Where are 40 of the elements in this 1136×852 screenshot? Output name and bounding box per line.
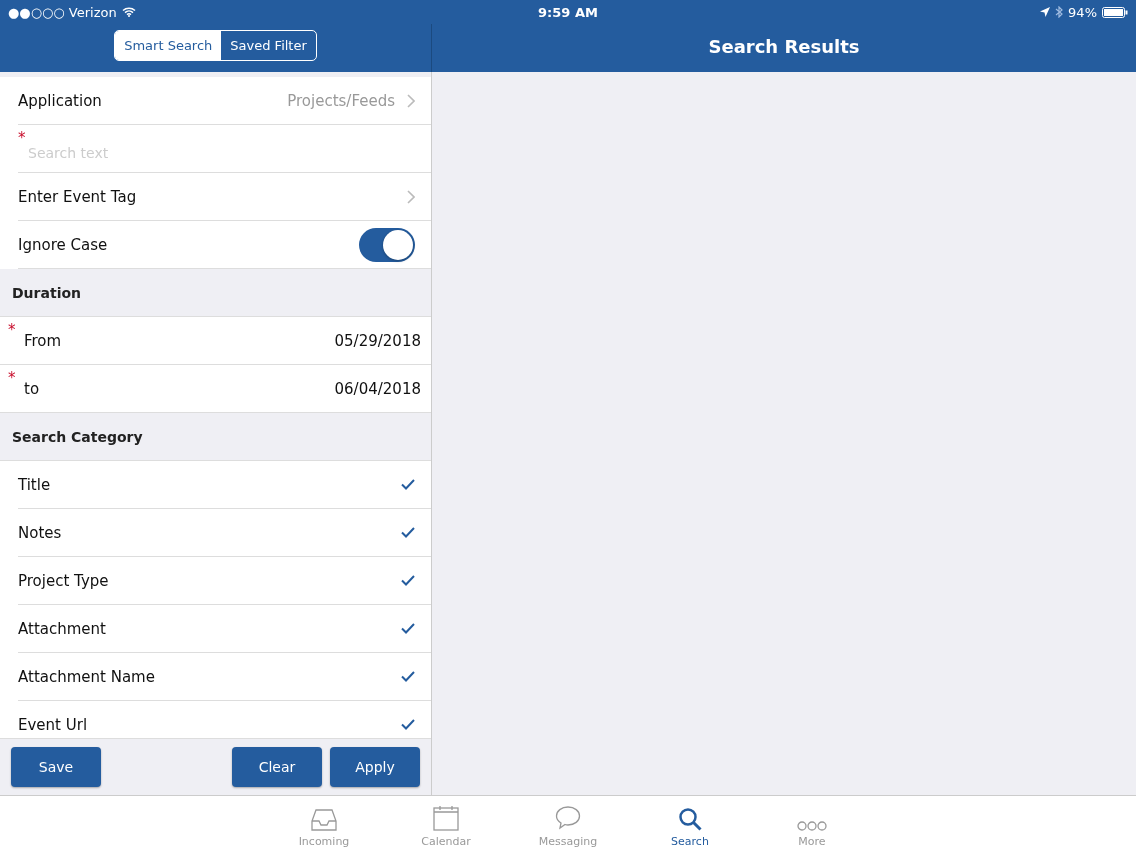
segment-tab[interactable]: Smart Search xyxy=(115,30,222,60)
required-mark: * xyxy=(8,321,16,339)
section-header: Search Category xyxy=(12,428,143,445)
tray-icon xyxy=(311,809,337,831)
tab-bar-item[interactable]: Search xyxy=(641,796,739,852)
results-title: Search Results xyxy=(708,35,860,57)
status-time: 9:59 AM xyxy=(538,4,598,20)
date-value[interactable]: 05/29/2018 xyxy=(334,331,421,350)
section-header: Duration xyxy=(12,284,81,301)
row-label: Ignore Case xyxy=(18,235,108,254)
more-icon xyxy=(797,821,827,831)
category-option[interactable]: Attachment xyxy=(18,619,106,638)
calendar-icon xyxy=(433,805,459,831)
action-button[interactable]: Save xyxy=(11,747,101,787)
row-label: Application xyxy=(18,91,102,110)
carrier-label: ●●○○○ Verizon xyxy=(8,4,117,20)
row-label: to xyxy=(24,379,40,398)
action-button[interactable]: Clear xyxy=(232,747,322,787)
category-option[interactable]: Title xyxy=(18,475,51,494)
search-icon xyxy=(678,807,702,831)
segment-tab[interactable]: Saved Filter xyxy=(221,30,316,60)
category-option[interactable]: Attachment Name xyxy=(18,667,155,686)
speech-bubble-icon xyxy=(555,805,581,831)
battery-icon xyxy=(1102,6,1128,18)
date-value[interactable]: 06/04/2018 xyxy=(334,379,421,398)
row-label: Enter Event Tag xyxy=(18,187,137,206)
category-option[interactable]: Event Url xyxy=(18,715,88,734)
chevron-icon[interactable] xyxy=(407,189,415,204)
chevron-icon[interactable] xyxy=(407,93,415,108)
location-arrow-icon xyxy=(1040,7,1051,17)
bluetooth-icon xyxy=(1055,6,1064,18)
row-label: From xyxy=(24,331,62,350)
toggle-switch[interactable] xyxy=(359,227,415,262)
required-mark: * xyxy=(8,369,16,387)
required-mark: * xyxy=(18,129,26,147)
action-button[interactable]: Apply xyxy=(330,747,420,787)
category-option[interactable]: Project Type xyxy=(18,571,109,590)
category-option[interactable]: Notes xyxy=(18,523,62,542)
wifi-icon xyxy=(121,7,136,17)
battery-percent: 94% xyxy=(1068,4,1097,20)
